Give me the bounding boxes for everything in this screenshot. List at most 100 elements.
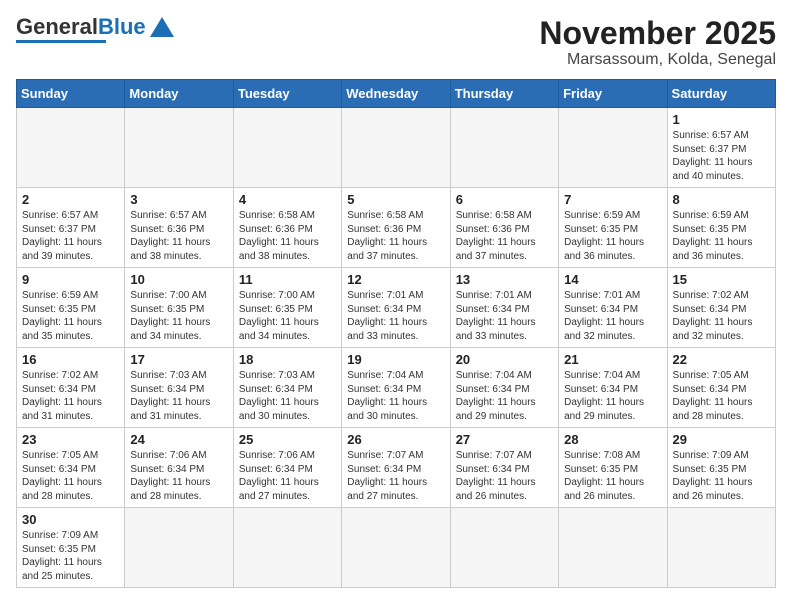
day-number: 22 bbox=[673, 352, 770, 367]
day-number: 20 bbox=[456, 352, 553, 367]
calendar-table: SundayMondayTuesdayWednesdayThursdayFrid… bbox=[16, 79, 776, 588]
day-info: Sunrise: 7:01 AM Sunset: 6:34 PM Dayligh… bbox=[347, 289, 444, 343]
day-number: 24 bbox=[130, 432, 227, 447]
day-number: 30 bbox=[22, 512, 119, 527]
calendar-cell bbox=[17, 108, 125, 188]
day-info: Sunrise: 7:04 AM Sunset: 6:34 PM Dayligh… bbox=[456, 369, 553, 423]
day-info: Sunrise: 7:01 AM Sunset: 6:34 PM Dayligh… bbox=[456, 289, 553, 343]
calendar-cell: 29 Sunrise: 7:09 AM Sunset: 6:35 PM Dayli… bbox=[667, 428, 775, 508]
day-number: 12 bbox=[347, 272, 444, 287]
day-info: Sunrise: 7:04 AM Sunset: 6:34 PM Dayligh… bbox=[564, 369, 661, 423]
logo: GeneralBlue bbox=[16, 16, 174, 43]
day-info: Sunrise: 7:02 AM Sunset: 6:34 PM Dayligh… bbox=[22, 369, 119, 423]
day-info: Sunrise: 6:57 AM Sunset: 6:37 PM Dayligh… bbox=[22, 209, 119, 263]
calendar-header-row: SundayMondayTuesdayWednesdayThursdayFrid… bbox=[17, 80, 776, 108]
calendar-cell bbox=[125, 108, 233, 188]
calendar-cell: 12 Sunrise: 7:01 AM Sunset: 6:34 PM Dayli… bbox=[342, 268, 450, 348]
day-number: 11 bbox=[239, 272, 336, 287]
calendar-cell: 27 Sunrise: 7:07 AM Sunset: 6:34 PM Dayli… bbox=[450, 428, 558, 508]
day-number: 18 bbox=[239, 352, 336, 367]
calendar-cell: 18 Sunrise: 7:03 AM Sunset: 6:34 PM Dayli… bbox=[233, 348, 341, 428]
day-number: 17 bbox=[130, 352, 227, 367]
day-number: 27 bbox=[456, 432, 553, 447]
day-info: Sunrise: 7:04 AM Sunset: 6:34 PM Dayligh… bbox=[347, 369, 444, 423]
day-info: Sunrise: 7:05 AM Sunset: 6:34 PM Dayligh… bbox=[22, 449, 119, 503]
day-number: 14 bbox=[564, 272, 661, 287]
calendar-cell: 28Sunrise: 7:08 AM Sunset: 6:35 PM Dayli… bbox=[559, 428, 667, 508]
calendar-cell bbox=[667, 508, 775, 588]
day-info: Sunrise: 7:03 AM Sunset: 6:34 PM Dayligh… bbox=[239, 369, 336, 423]
day-number: 23 bbox=[22, 432, 119, 447]
calendar-cell bbox=[450, 108, 558, 188]
calendar-cell: 14 Sunrise: 7:01 AM Sunset: 6:34 PM Dayli… bbox=[559, 268, 667, 348]
calendar-cell: 11 Sunrise: 7:00 AM Sunset: 6:35 PM Dayli… bbox=[233, 268, 341, 348]
calendar-cell: 6 Sunrise: 6:58 AM Sunset: 6:36 PM Daylig… bbox=[450, 188, 558, 268]
weekday-header: Sunday bbox=[17, 80, 125, 108]
day-number: 4 bbox=[239, 192, 336, 207]
calendar-cell bbox=[233, 508, 341, 588]
calendar-cell bbox=[233, 108, 341, 188]
page-header: GeneralBlue November 2025 Marsassoum, Ko… bbox=[16, 16, 776, 69]
calendar-cell: 7Sunrise: 6:59 AM Sunset: 6:35 PM Daylig… bbox=[559, 188, 667, 268]
day-number: 16 bbox=[22, 352, 119, 367]
calendar-cell bbox=[342, 508, 450, 588]
calendar-cell: 20 Sunrise: 7:04 AM Sunset: 6:34 PM Dayli… bbox=[450, 348, 558, 428]
calendar-cell: 24 Sunrise: 7:06 AM Sunset: 6:34 PM Dayli… bbox=[125, 428, 233, 508]
calendar-cell: 10Sunrise: 7:00 AM Sunset: 6:35 PM Dayli… bbox=[125, 268, 233, 348]
calendar-cell: 26Sunrise: 7:07 AM Sunset: 6:34 PM Dayli… bbox=[342, 428, 450, 508]
calendar-cell: 17Sunrise: 7:03 AM Sunset: 6:34 PM Dayli… bbox=[125, 348, 233, 428]
calendar-cell bbox=[450, 508, 558, 588]
day-info: Sunrise: 7:07 AM Sunset: 6:34 PM Dayligh… bbox=[456, 449, 553, 503]
day-number: 5 bbox=[347, 192, 444, 207]
calendar-cell: 19Sunrise: 7:04 AM Sunset: 6:34 PM Dayli… bbox=[342, 348, 450, 428]
day-number: 8 bbox=[673, 192, 770, 207]
weekday-header: Wednesday bbox=[342, 80, 450, 108]
calendar-cell bbox=[125, 508, 233, 588]
calendar-cell bbox=[559, 508, 667, 588]
weekday-header: Tuesday bbox=[233, 80, 341, 108]
calendar-cell: 9 Sunrise: 6:59 AM Sunset: 6:35 PM Daylig… bbox=[17, 268, 125, 348]
day-number: 29 bbox=[673, 432, 770, 447]
day-info: Sunrise: 6:57 AM Sunset: 6:37 PM Dayligh… bbox=[673, 129, 770, 183]
calendar-title: November 2025 bbox=[539, 16, 776, 51]
day-info: Sunrise: 7:08 AM Sunset: 6:35 PM Dayligh… bbox=[564, 449, 661, 503]
day-number: 6 bbox=[456, 192, 553, 207]
calendar-cell: 30 Sunrise: 7:09 AM Sunset: 6:35 PM Dayli… bbox=[17, 508, 125, 588]
calendar-cell: 4 Sunrise: 6:58 AM Sunset: 6:36 PM Daylig… bbox=[233, 188, 341, 268]
day-info: Sunrise: 6:58 AM Sunset: 6:36 PM Dayligh… bbox=[239, 209, 336, 263]
calendar-cell: 8Sunrise: 6:59 AM Sunset: 6:35 PM Daylig… bbox=[667, 188, 775, 268]
day-number: 7 bbox=[564, 192, 661, 207]
calendar-cell: 25Sunrise: 7:06 AM Sunset: 6:34 PM Dayli… bbox=[233, 428, 341, 508]
calendar-cell: 15 Sunrise: 7:02 AM Sunset: 6:34 PM Dayli… bbox=[667, 268, 775, 348]
day-info: Sunrise: 6:57 AM Sunset: 6:36 PM Dayligh… bbox=[130, 209, 227, 263]
weekday-header: Saturday bbox=[667, 80, 775, 108]
day-info: Sunrise: 7:05 AM Sunset: 6:34 PM Dayligh… bbox=[673, 369, 770, 423]
weekday-header: Friday bbox=[559, 80, 667, 108]
calendar-cell: 22 Sunrise: 7:05 AM Sunset: 6:34 PM Dayli… bbox=[667, 348, 775, 428]
day-number: 3 bbox=[130, 192, 227, 207]
day-info: Sunrise: 7:00 AM Sunset: 6:35 PM Dayligh… bbox=[239, 289, 336, 343]
day-number: 1 bbox=[673, 112, 770, 127]
calendar-cell: 23 Sunrise: 7:05 AM Sunset: 6:34 PM Dayli… bbox=[17, 428, 125, 508]
calendar-cell: 5Sunrise: 6:58 AM Sunset: 6:36 PM Daylig… bbox=[342, 188, 450, 268]
day-info: Sunrise: 6:59 AM Sunset: 6:35 PM Dayligh… bbox=[22, 289, 119, 343]
day-info: Sunrise: 7:06 AM Sunset: 6:34 PM Dayligh… bbox=[239, 449, 336, 503]
day-number: 26 bbox=[347, 432, 444, 447]
calendar-cell: 16 Sunrise: 7:02 AM Sunset: 6:34 PM Dayli… bbox=[17, 348, 125, 428]
day-info: Sunrise: 6:58 AM Sunset: 6:36 PM Dayligh… bbox=[456, 209, 553, 263]
day-info: Sunrise: 7:02 AM Sunset: 6:34 PM Dayligh… bbox=[673, 289, 770, 343]
day-info: Sunrise: 7:01 AM Sunset: 6:34 PM Dayligh… bbox=[564, 289, 661, 343]
day-number: 9 bbox=[22, 272, 119, 287]
day-info: Sunrise: 7:06 AM Sunset: 6:34 PM Dayligh… bbox=[130, 449, 227, 503]
calendar-cell: 3 Sunrise: 6:57 AM Sunset: 6:36 PM Daylig… bbox=[125, 188, 233, 268]
calendar-cell bbox=[559, 108, 667, 188]
calendar-cell: 21Sunrise: 7:04 AM Sunset: 6:34 PM Dayli… bbox=[559, 348, 667, 428]
logo-icon bbox=[150, 17, 174, 37]
weekday-header: Thursday bbox=[450, 80, 558, 108]
calendar-subtitle: Marsassoum, Kolda, Senegal bbox=[539, 51, 776, 69]
day-info: Sunrise: 7:09 AM Sunset: 6:35 PM Dayligh… bbox=[673, 449, 770, 503]
calendar-cell bbox=[342, 108, 450, 188]
calendar-cell: 13Sunrise: 7:01 AM Sunset: 6:34 PM Dayli… bbox=[450, 268, 558, 348]
day-info: Sunrise: 7:09 AM Sunset: 6:35 PM Dayligh… bbox=[22, 529, 119, 583]
day-number: 15 bbox=[673, 272, 770, 287]
